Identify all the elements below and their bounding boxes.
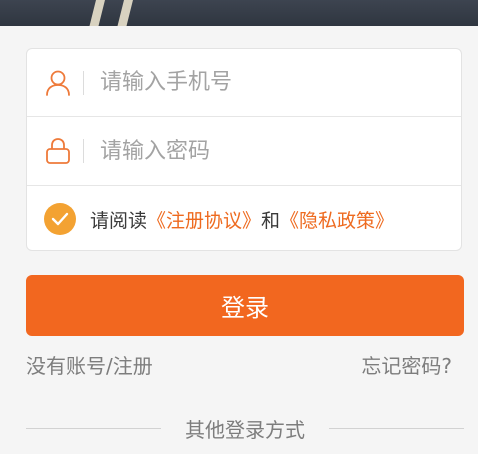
- agree-and: 和: [261, 209, 281, 232]
- agree-prefix: 请阅读: [90, 209, 148, 232]
- lock-icon: [43, 136, 73, 166]
- agreement-text: 请阅读《注册协议》和《隐私政策》: [90, 206, 394, 233]
- forgot-password-link[interactable]: 忘记密码?: [361, 350, 452, 379]
- agree-checkbox[interactable]: [44, 203, 76, 235]
- password-row: [27, 117, 461, 186]
- header-banner-image: [0, 0, 478, 26]
- agreement-row: 请阅读《注册协议》和《隐私政策》: [27, 186, 461, 252]
- register-link[interactable]: 没有账号/注册: [26, 350, 153, 379]
- privacy-policy-link[interactable]: 《隐私政策》: [280, 210, 394, 232]
- user-icon: [43, 68, 73, 98]
- login-form-card: 请阅读《注册协议》和《隐私政策》: [26, 48, 462, 251]
- field-divider: [83, 70, 84, 95]
- field-divider: [83, 139, 84, 163]
- login-button[interactable]: 登录: [26, 275, 464, 336]
- road-marking: [115, 0, 134, 26]
- other-login-label: 其他登录方式: [185, 417, 305, 442]
- other-login-divider: 其他登录方式: [26, 412, 464, 444]
- phone-row: [27, 49, 461, 117]
- phone-input[interactable]: [100, 70, 430, 95]
- password-input[interactable]: [100, 138, 430, 164]
- road-marking: [87, 0, 106, 26]
- check-icon: [51, 212, 69, 226]
- login-screen: 请阅读《注册协议》和《隐私政策》 登录 没有账号/注册 忘记密码? 其他登录方式: [0, 0, 478, 454]
- divider-line: [26, 427, 161, 429]
- divider-line: [329, 427, 464, 429]
- registration-agreement-link[interactable]: 《注册协议》: [147, 210, 261, 232]
